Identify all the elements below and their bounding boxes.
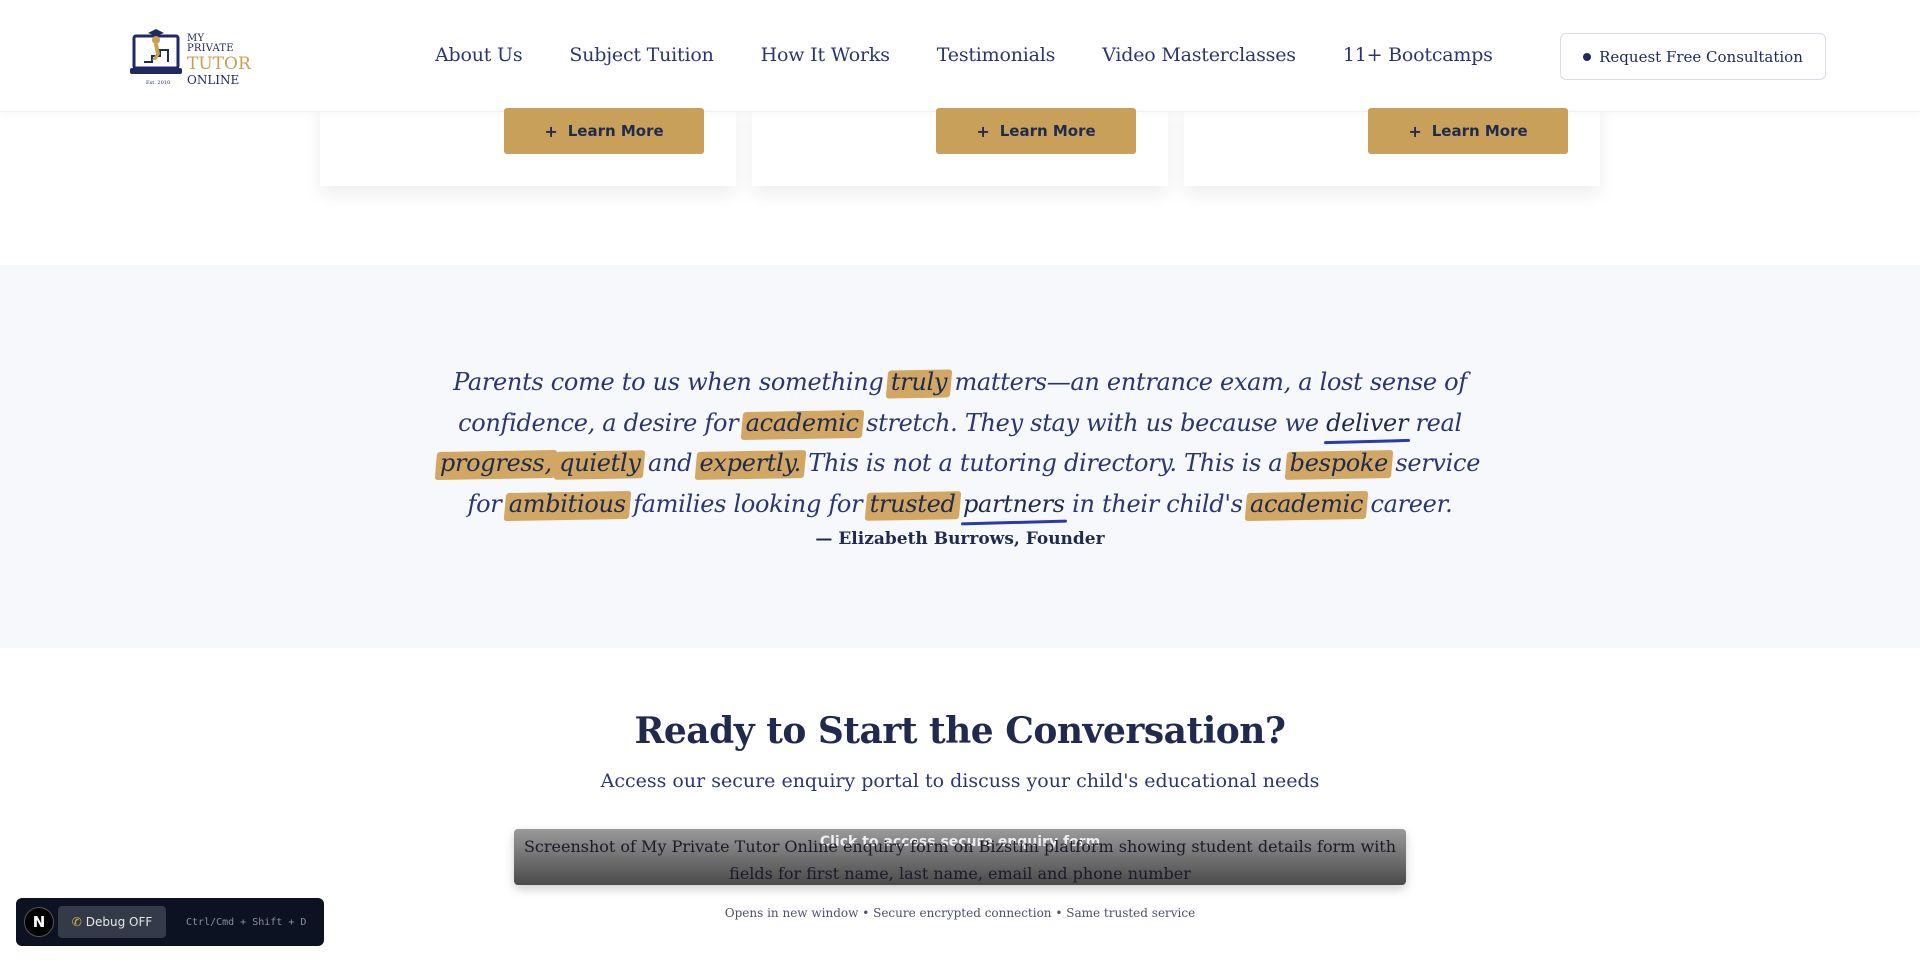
highlighted-word: trusted — [869, 489, 956, 518]
highlighted-word: bespoke — [1289, 449, 1389, 477]
highlighted-word: truly — [890, 368, 948, 396]
logo-line-2: TUTOR — [187, 54, 251, 74]
quote-text: and — [640, 449, 700, 477]
underlined-word: deliver — [1326, 408, 1409, 437]
learn-more-button-2[interactable]: + Learn More — [936, 108, 1136, 154]
highlighted-word: academic — [745, 408, 859, 437]
cta-label: Request Free Consultation — [1599, 47, 1803, 66]
highlighted-word: expertly. — [699, 449, 802, 477]
debug-toggle-label: Debug OFF — [85, 915, 153, 929]
highlighted-word: academic — [1250, 489, 1364, 518]
site-logo[interactable]: MY PRIVATE TUTOR ONLINE Est. 2010 — [130, 24, 252, 86]
status-dot-icon — [1583, 52, 1592, 61]
plus-icon: + — [976, 121, 990, 141]
site-header: MY PRIVATE TUTOR ONLINE Est. 2010 About … — [0, 0, 1920, 112]
learn-more-label: Learn More — [999, 122, 1096, 140]
next-logo-icon[interactable]: N — [24, 907, 54, 937]
debug-shortcut: Ctrl/Cmd + Shift + D — [186, 916, 307, 928]
portal-image-alt-text: Screenshot of My Private Tutor Online en… — [523, 837, 1397, 883]
nav-video-masterclasses[interactable]: Video Masterclasses — [1102, 44, 1296, 66]
nav-how-it-works[interactable]: How It Works — [761, 44, 890, 66]
quote-text: real — [1408, 408, 1462, 437]
quote-text: families looking for — [625, 489, 870, 518]
phone-icon: ✆ — [71, 915, 82, 929]
quote-text: in their child's — [1064, 489, 1251, 518]
debug-toggle-button[interactable]: ✆ Debug OFF — [58, 906, 166, 938]
underlined-word: partners — [962, 489, 1065, 518]
plus-icon: + — [544, 121, 558, 141]
main-nav: About Us Subject Tuition How It Works Te… — [435, 44, 1540, 66]
learn-more-button-3[interactable]: + Learn More — [1368, 108, 1568, 154]
learn-more-label: Learn More — [567, 122, 664, 140]
nav-subject-tuition[interactable]: Subject Tuition — [569, 44, 713, 66]
contact-title: Ready to Start the Conversation? — [634, 710, 1286, 752]
plus-icon: + — [1408, 121, 1422, 141]
logo-line-3: ONLINE — [187, 73, 240, 87]
quote-text: This is not a tutoring directory. This i… — [800, 449, 1290, 477]
learn-more-button-1[interactable]: + Learn More — [504, 108, 704, 154]
learn-more-label: Learn More — [1431, 122, 1528, 140]
quote-attribution: — Elizabeth Burrows, Founder — [815, 529, 1105, 549]
founder-quote: Parents come to us when something truly … — [420, 362, 1500, 524]
highlighted-word: progress, — [439, 449, 552, 477]
enquiry-portal-link[interactable]: Click to access secure enquiry form Scre… — [514, 829, 1406, 885]
highlighted-word: ambitious — [508, 489, 626, 518]
logo-wordmark: MY PRIVATE TUTOR ONLINE — [187, 33, 252, 87]
quote-text: career. — [1363, 489, 1453, 518]
laptop-tutor-icon — [130, 29, 182, 74]
nav-11-plus-bootcamps[interactable]: 11+ Bootcamps — [1343, 44, 1493, 66]
contact-subtitle: Access our secure enquiry portal to disc… — [600, 770, 1320, 792]
highlighted-word: quietly — [559, 449, 641, 477]
nav-testimonials[interactable]: Testimonials — [937, 44, 1056, 66]
quote-text: Parents come to us when something — [453, 368, 891, 396]
debug-toolbar: N ✆ Debug OFF Ctrl/Cmd + Shift + D — [16, 898, 324, 946]
logo-est: Est. 2010 — [146, 80, 171, 86]
quote-text: stretch. They stay with us because we — [858, 408, 1327, 437]
logo-line-1: MY PRIVATE — [187, 33, 234, 54]
request-consultation-button[interactable]: Request Free Consultation — [1560, 33, 1826, 80]
nav-about-us[interactable]: About Us — [435, 44, 523, 66]
